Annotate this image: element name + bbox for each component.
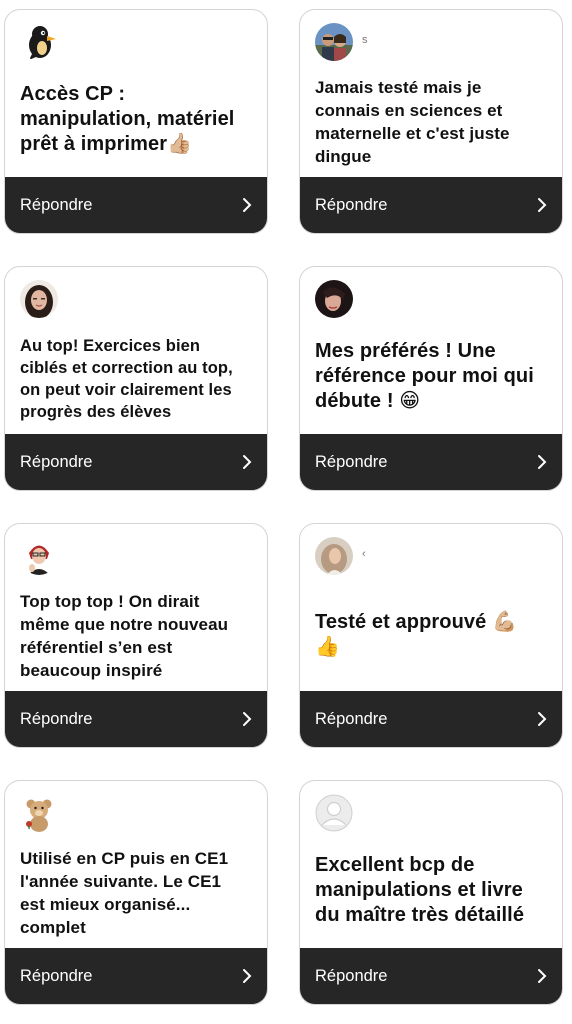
avatar[interactable] <box>20 280 58 318</box>
review-card: Top top top ! On dirait même que notre n… <box>4 523 268 748</box>
review-text: Au top! Exercices bien ciblés et correct… <box>20 337 233 421</box>
reply-button[interactable]: Répondre <box>300 691 562 747</box>
avatar[interactable] <box>315 537 353 575</box>
chevron-right-icon <box>538 455 547 469</box>
chevron-right-icon <box>243 455 252 469</box>
chevron-right-icon <box>538 198 547 212</box>
reply-label: Répondre <box>20 966 93 985</box>
reply-label: Répondre <box>315 452 388 471</box>
avatar[interactable] <box>20 537 58 575</box>
review-text: Accès CP : manipulation, matériel prêt à… <box>20 83 235 155</box>
review-card: Mes préférés ! Une référence pour moi qu… <box>299 266 563 491</box>
reply-button[interactable]: Répondre <box>300 948 562 1004</box>
reply-label: Répondre <box>315 195 388 214</box>
reply-label: Répondre <box>315 966 388 985</box>
reply-button[interactable]: Répondre <box>300 177 562 233</box>
chevron-right-icon <box>538 712 547 726</box>
avatar[interactable] <box>315 23 353 61</box>
review-text: Utilisé en CP puis en CE1 l'année suivan… <box>20 849 229 937</box>
avatar[interactable] <box>315 794 353 832</box>
chevron-right-icon <box>243 969 252 983</box>
default-user-avatar-icon <box>315 794 353 832</box>
review-card: Utilisé en CP puis en CE1 l'année suivan… <box>4 780 268 1005</box>
review-card: Accès CP : manipulation, matériel prêt à… <box>4 9 268 234</box>
woman-photo-avatar-icon <box>20 280 58 318</box>
review-grid: Accès CP : manipulation, matériel prêt à… <box>0 0 572 1024</box>
avatar[interactable] <box>315 280 353 318</box>
review-card: Au top! Exercices bien ciblés et correct… <box>4 266 268 491</box>
reply-label: Répondre <box>315 709 388 728</box>
reply-button[interactable]: Répondre <box>5 177 267 233</box>
chevron-right-icon <box>538 969 547 983</box>
review-card: s Jamais testé mais je connais en scienc… <box>299 9 563 234</box>
author-name: ‹ <box>362 548 366 560</box>
reply-button[interactable]: Répondre <box>5 691 267 747</box>
reply-label: Répondre <box>20 709 93 728</box>
reply-label: Répondre <box>20 452 93 471</box>
teddy-bear-avatar-icon <box>20 794 58 832</box>
reply-button[interactable]: Répondre <box>300 434 562 490</box>
review-text: Top top top ! On dirait même que notre n… <box>20 592 229 680</box>
review-text: Testé et approuvé 💪🏼 👍 <box>315 611 518 658</box>
review-card: Excellent bcp de manipulations et livre … <box>299 780 563 1005</box>
bird-avatar-icon <box>20 23 58 61</box>
chevron-right-icon <box>243 198 252 212</box>
review-text: Excellent bcp de manipulations et livre … <box>315 854 525 926</box>
woman-photo-avatar-icon <box>315 537 353 575</box>
avatar[interactable] <box>20 794 58 832</box>
couple-photo-avatar-icon <box>315 23 353 61</box>
reply-button[interactable]: Répondre <box>5 948 267 1004</box>
author-name: s <box>362 34 368 46</box>
cartoon-woman-avatar-icon <box>20 537 58 575</box>
woman-photo-avatar-icon <box>315 280 353 318</box>
reply-label: Répondre <box>20 195 93 214</box>
avatar[interactable] <box>20 23 58 61</box>
review-text: Jamais testé mais je connais en sciences… <box>315 78 510 166</box>
reply-button[interactable]: Répondre <box>5 434 267 490</box>
review-text: Mes préférés ! Une référence pour moi qu… <box>315 340 534 412</box>
chevron-right-icon <box>243 712 252 726</box>
review-card: ‹ Testé et approuvé 💪🏼 👍 Répondre <box>299 523 563 748</box>
